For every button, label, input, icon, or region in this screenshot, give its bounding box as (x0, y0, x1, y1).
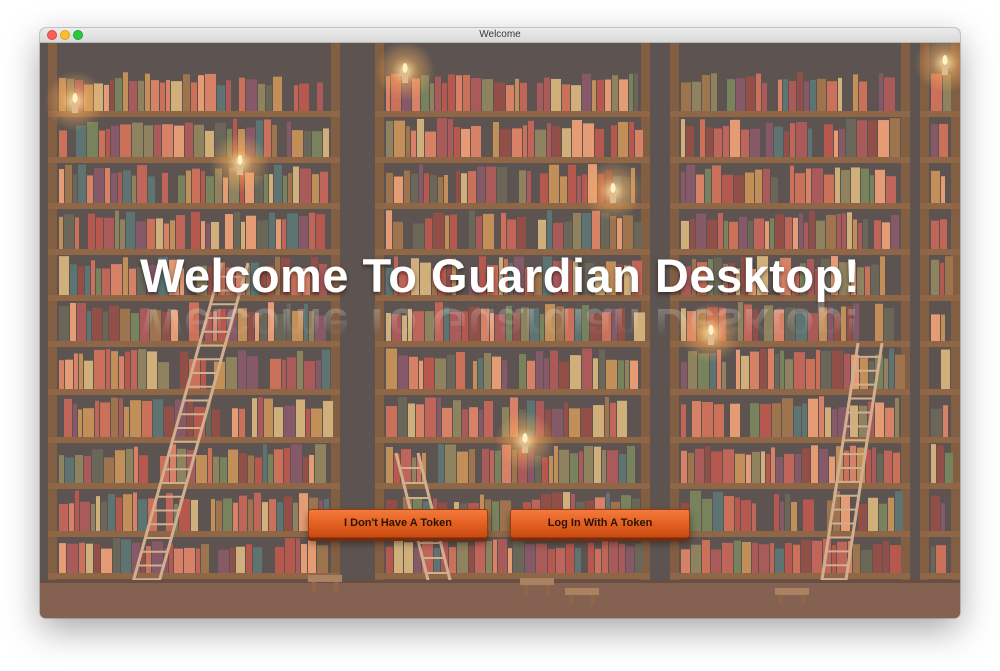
window-title: Welcome (479, 29, 521, 40)
welcome-heading-reflection: Welcome To Guardian Desktop! (140, 299, 860, 352)
welcome-heading: Welcome To Guardian Desktop! (140, 249, 860, 302)
login-with-token-button[interactable]: Log In With A Token (510, 509, 690, 538)
title-bar[interactable]: Welcome (40, 28, 960, 43)
welcome-heading-area: Welcome To Guardian Desktop! Welcome To … (40, 248, 960, 358)
no-token-button[interactable]: I Don't Have A Token (308, 509, 488, 538)
library-background: Welcome To Guardian Desktop! Welcome To … (40, 43, 960, 618)
app-window: Welcome Welcome To Guardian Desktop! Wel… (40, 28, 960, 618)
